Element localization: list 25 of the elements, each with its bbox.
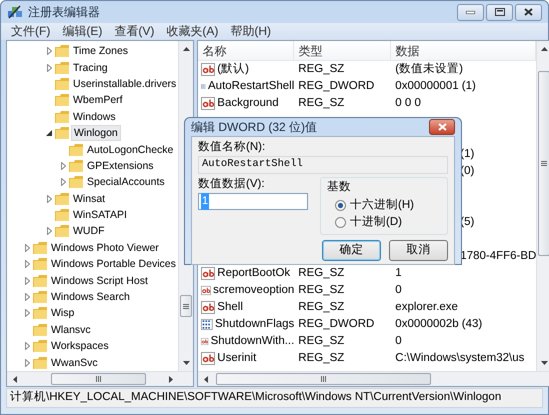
- window-title: 注册表编辑器: [28, 4, 100, 21]
- value-type: REG_SZ: [297, 266, 346, 281]
- value-name-label: 数值名称(N):: [198, 140, 266, 155]
- value-data: 0: [394, 334, 403, 349]
- value-data: 1: [394, 266, 403, 281]
- value-type: REG_SZ: [297, 96, 346, 111]
- value-data: 0x0000002b (43): [394, 316, 484, 332]
- value-data: (数值未设置): [394, 62, 464, 77]
- value-type: REG_SZ: [297, 350, 346, 366]
- value-type: REG_SZ: [297, 62, 346, 77]
- value-type: REG_SZ: [297, 334, 346, 349]
- value-type: REG_SZ: [297, 282, 346, 298]
- value-data: 0 0 0: [394, 96, 422, 111]
- dialog-title: 编辑 DWORD (32 位)值: [191, 119, 317, 136]
- value-name-field: AutoRestartShell: [198, 156, 448, 174]
- value-data-label: 数值数据(V):: [198, 177, 266, 192]
- value-data: 0x00000001 (1): [394, 78, 477, 94]
- value-data: 1780-4FF6-BD: [460, 248, 536, 264]
- status-bar-path: 计算机\HKEY_LOCAL_MACHINE\SOFTWARE\Microsoft\Windows NT\CurrentVersion\Winlogon: [6, 388, 543, 408]
- value-data: C:\Windows\system32\us: [394, 350, 526, 366]
- value-data: explorer.exe: [394, 300, 459, 315]
- value-type: REG_SZ: [297, 300, 346, 315]
- value-type: REG_DWORD: [297, 316, 376, 332]
- value-type: REG_DWORD: [297, 78, 376, 94]
- value-data: 0: [394, 282, 403, 298]
